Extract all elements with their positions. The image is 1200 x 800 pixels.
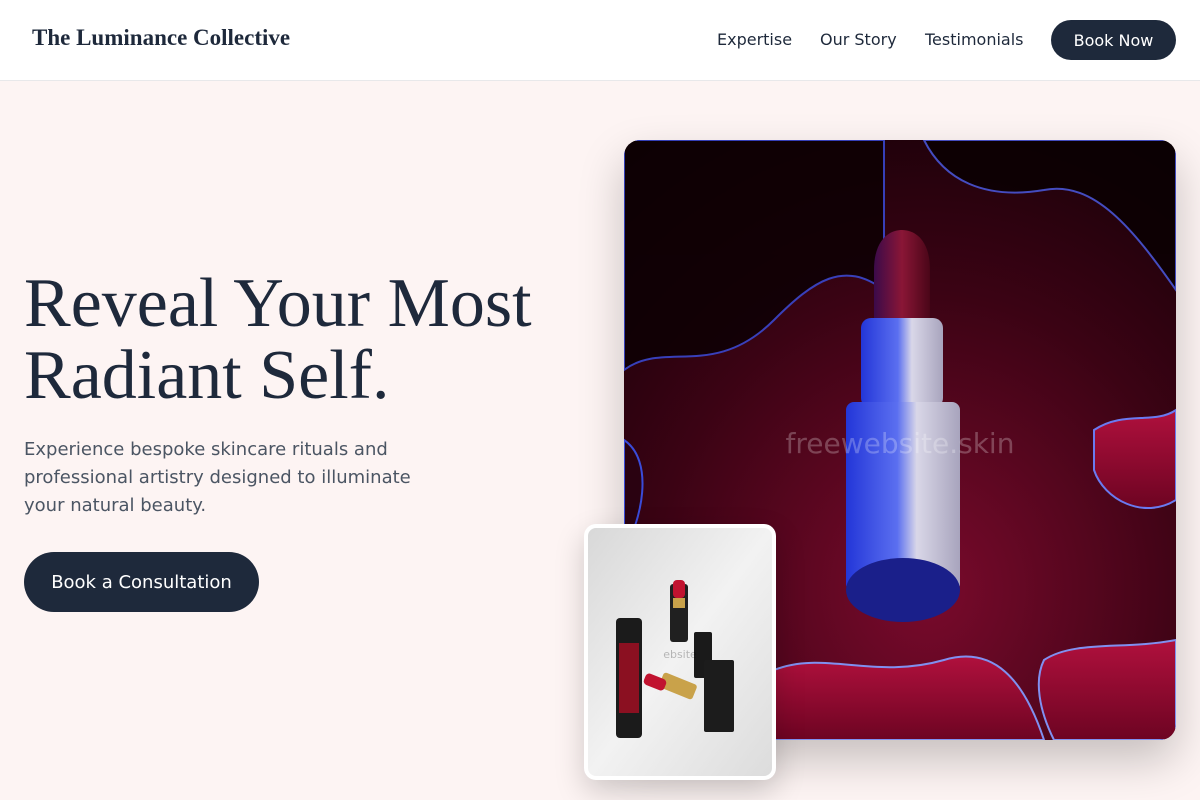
- hero-subtext: Experience bespoke skincare rituals and …: [24, 439, 411, 516]
- site-header: The Luminance Collective Expertise Our S…: [0, 0, 1200, 81]
- hero-headline: Reveal Your Most Radiant Self.: [24, 268, 584, 412]
- brand-logo[interactable]: The Luminance Collective: [32, 25, 290, 51]
- hero-headline-line-2: Radiant Self.: [24, 337, 390, 414]
- nav-link-our-story[interactable]: Our Story: [820, 30, 897, 49]
- cosmetics-product-image: ebsite: [588, 528, 772, 776]
- image-watermark: freewebsite.skin: [785, 427, 1015, 460]
- nav-link-expertise[interactable]: Expertise: [717, 30, 792, 49]
- thumbnail-watermark: ebsite: [663, 648, 697, 661]
- nav-link-testimonials[interactable]: Testimonials: [925, 30, 1024, 49]
- thumbnail-card: ebsite: [584, 524, 776, 780]
- hero-headline-line-1: Reveal Your Most: [24, 265, 532, 342]
- book-now-button[interactable]: Book Now: [1051, 20, 1176, 60]
- book-consultation-button[interactable]: Book a Consultation: [24, 552, 259, 612]
